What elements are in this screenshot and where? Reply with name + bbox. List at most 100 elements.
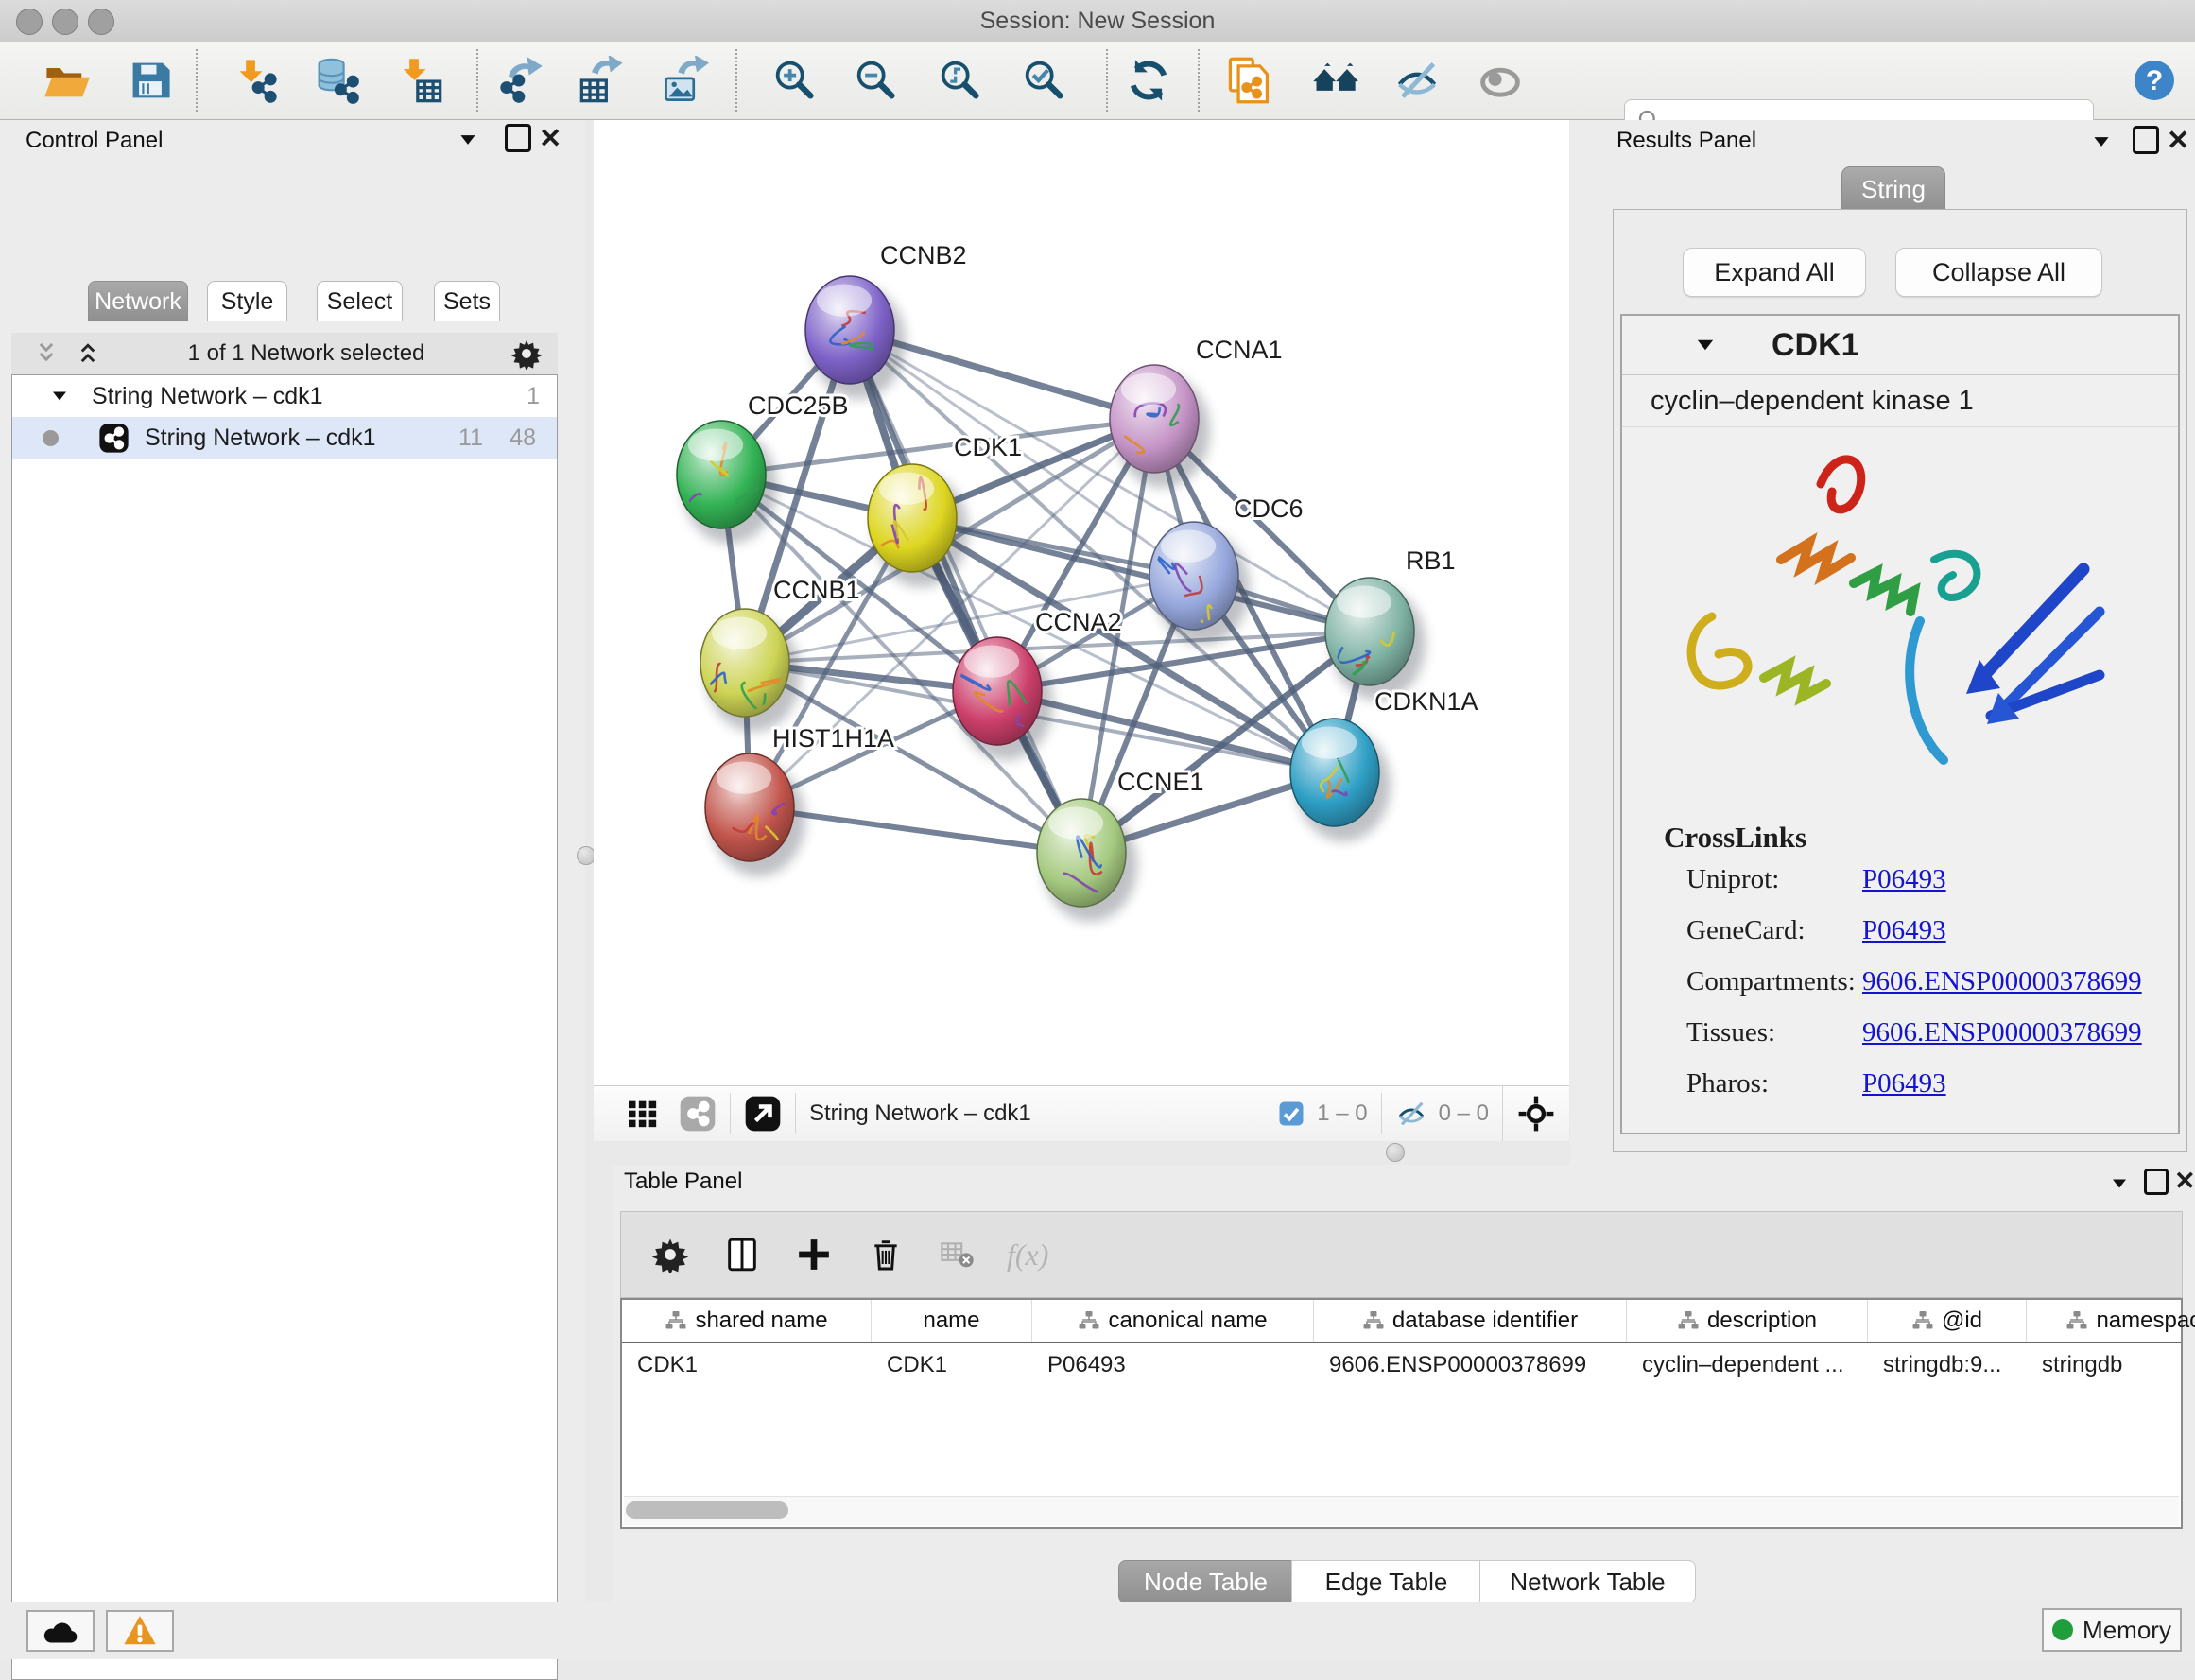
tab-network[interactable]: Network (88, 281, 188, 321)
delete-column-trash-icon[interactable] (867, 1236, 905, 1273)
table-cell[interactable]: stringdb:9... (1868, 1343, 2027, 1387)
table-cell[interactable]: CDK1 (872, 1343, 1032, 1387)
table-hscrollbar-thumb[interactable] (626, 1501, 788, 1519)
column-header-canonical-name[interactable]: canonical name (1032, 1300, 1314, 1342)
protein-collapse-icon[interactable] (1692, 332, 1719, 358)
add-column-icon[interactable] (795, 1236, 833, 1273)
expand-all-button[interactable]: Expand All (1683, 248, 1866, 297)
table-splitter-handle[interactable] (1386, 1143, 1405, 1162)
table-cell[interactable]: stringdb (2027, 1343, 2195, 1387)
column-header-label: database identifier (1392, 1308, 1578, 1334)
crosslink-value-link[interactable]: 9606.ENSP00000378699 (1862, 966, 2142, 997)
network-node-CDKN1A[interactable]: CDKN1A (1290, 687, 1478, 841)
tab-select[interactable]: Select (317, 281, 403, 321)
results-panel-close-icon[interactable]: ✕ (2167, 124, 2189, 157)
column-header-namespace[interactable]: namespace (2027, 1300, 2195, 1342)
crosslink-value-link[interactable]: P06493 (1862, 1068, 1946, 1100)
table-cell[interactable]: CDK1 (622, 1343, 872, 1387)
network-node-CCNA2[interactable]: CCNA2 (953, 608, 1122, 760)
column-header-description[interactable]: description (1627, 1300, 1868, 1342)
shared-column-icon (2065, 1309, 2088, 1332)
collapse-all-button[interactable]: Collapse All (1895, 248, 2102, 297)
import-network-button[interactable] (229, 53, 284, 108)
table-settings-gear-icon[interactable] (651, 1236, 689, 1273)
import-table-button[interactable] (392, 53, 447, 108)
table-cell[interactable]: P06493 (1032, 1343, 1314, 1387)
zoom-selected-button[interactable] (1016, 53, 1071, 108)
network-collection-row[interactable]: String Network – cdk1 1 (12, 375, 557, 417)
table-panel-menu-icon[interactable] (2108, 1172, 2131, 1195)
column-header-shared-name[interactable]: shared name (622, 1300, 872, 1342)
crosslink-label: GeneCard: (1686, 915, 1806, 946)
string-share-icon[interactable] (679, 1095, 717, 1133)
control-panel-float-icon[interactable] (505, 124, 531, 152)
import-database-button[interactable] (309, 53, 364, 108)
collection-expand-icon[interactable] (48, 385, 71, 407)
tab-node-table[interactable]: Node Table (1118, 1560, 1293, 1603)
table-cell[interactable]: cyclin–dependent ... (1627, 1343, 1868, 1387)
network-options-gear-icon[interactable] (510, 338, 543, 370)
open-in-window-icon[interactable] (744, 1095, 782, 1133)
network-node-RB1[interactable]: RB1 (1325, 546, 1456, 701)
results-tab-string[interactable]: String (1841, 166, 1945, 212)
network-canvas[interactable]: CCNB2CCNA1CDC25BCDK1CDC6RB1CCNB1CCNA2CDK… (594, 120, 1569, 1085)
network-edge[interactable] (912, 518, 1370, 632)
protein-header-row[interactable]: CDK1 (1622, 316, 2178, 375)
eye-slash-button[interactable] (1390, 53, 1444, 108)
tab-network-table[interactable]: Network Table (1479, 1560, 1696, 1603)
crosslink-value-link[interactable]: P06493 (1862, 915, 1946, 946)
network-view[interactable]: CCNB2CCNA1CDC25BCDK1CDC6RB1CCNB1CCNA2CDK… (594, 120, 1569, 1085)
eye-button[interactable] (1473, 53, 1528, 108)
home-button[interactable] (1307, 53, 1362, 108)
refresh-button[interactable] (1121, 53, 1176, 108)
results-panel-menu-icon[interactable] (2089, 130, 2114, 154)
table-panel-close-icon[interactable]: ✕ (2174, 1167, 2195, 1196)
column-header-database-identifier[interactable]: database identifier (1314, 1300, 1627, 1342)
selected-checkbox-icon[interactable] (1277, 1100, 1305, 1128)
collection-count: 1 (527, 383, 540, 410)
network-row[interactable]: String Network – cdk1 11 48 (12, 417, 557, 459)
memory-button[interactable]: Memory (2042, 1608, 2182, 1652)
network-edge[interactable] (850, 330, 1081, 853)
tab-sets[interactable]: Sets (434, 281, 500, 321)
table-row[interactable]: CDK1CDK1P064939606.ENSP00000378699cyclin… (622, 1343, 2181, 1387)
results-panel-float-icon[interactable] (2133, 126, 2159, 154)
export-network-button[interactable] (493, 53, 548, 108)
zoom-out-button[interactable] (848, 53, 903, 108)
tab-edge-table[interactable]: Edge Table (1291, 1560, 1481, 1603)
table-panel-float-icon[interactable] (2144, 1169, 2169, 1195)
collapse-all-icon[interactable] (32, 339, 60, 368)
network-node-CCNE1[interactable]: CCNE1 (1037, 768, 1204, 922)
save-button[interactable] (123, 53, 178, 108)
node-gloss (1302, 727, 1357, 759)
network-node-CCNA1[interactable]: CCNA1 (1110, 336, 1283, 488)
column-header-name[interactable]: name (872, 1300, 1032, 1342)
control-panel-menu-icon[interactable] (456, 128, 480, 152)
fit-selected-crosshair-icon[interactable] (1516, 1094, 1556, 1134)
tab-label: Style (221, 288, 274, 316)
crosslink-value-link[interactable]: 9606.ENSP00000378699 (1862, 1017, 2142, 1048)
export-table-button[interactable] (575, 53, 630, 108)
crosslink-value-link[interactable]: P06493 (1862, 864, 1946, 895)
control-panel-close-icon[interactable]: ✕ (539, 122, 562, 155)
export-image-button[interactable] (657, 53, 712, 108)
zoom-in-button[interactable] (767, 53, 821, 108)
help-button[interactable] (2127, 53, 2182, 108)
table-hscrollbar[interactable] (624, 1496, 2179, 1525)
network-node-CCNB2[interactable]: CCNB2 (805, 241, 967, 399)
network-node-HIST1H1A[interactable]: HIST1H1A (705, 724, 894, 876)
open-folder-button[interactable] (39, 53, 94, 108)
tab-style[interactable]: Style (207, 281, 287, 321)
warnings-button[interactable] (106, 1610, 174, 1652)
column-header-@id[interactable]: @id (1868, 1300, 2027, 1342)
left-splitter-handle[interactable] (577, 846, 596, 865)
table-toolbar (620, 1211, 2183, 1298)
zoom-fit-button[interactable] (932, 53, 987, 108)
duplicate-button[interactable] (1222, 53, 1277, 108)
table-cell[interactable]: 9606.ENSP00000378699 (1314, 1343, 1627, 1387)
cloud-button[interactable] (26, 1610, 95, 1652)
show-columns-icon[interactable] (723, 1236, 761, 1273)
birdseye-grid-icon[interactable] (624, 1095, 662, 1133)
network-node-CDC25B[interactable]: CDC25B (670, 391, 849, 544)
expand-all-icon[interactable] (74, 339, 102, 368)
